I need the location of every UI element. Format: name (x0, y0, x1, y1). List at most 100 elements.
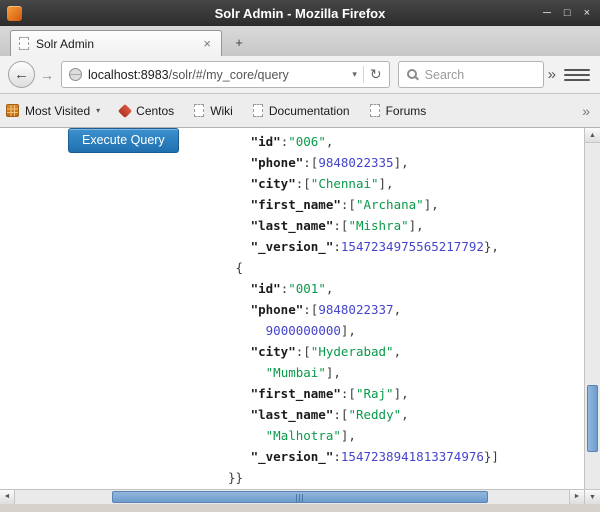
json-punctuation: :[ (333, 407, 348, 422)
scroll-right-icon[interactable]: ► (569, 490, 584, 504)
window-title: Solr Admin - Mozilla Firefox (0, 6, 600, 21)
search-bar[interactable] (398, 61, 544, 88)
json-punctuation: , (394, 344, 402, 359)
horizontal-scrollbar-thumb[interactable] (112, 491, 488, 503)
json-punctuation: :[ (296, 176, 311, 191)
forward-button[interactable]: → (37, 64, 57, 86)
json-punctuation: ], (394, 386, 409, 401)
json-indent (228, 302, 251, 317)
grid-icon (6, 104, 19, 117)
site-identity-globe-icon[interactable] (69, 68, 82, 81)
bookmark-documentation[interactable]: Documentation (253, 104, 350, 118)
json-indent (228, 218, 251, 233)
json-punctuation: }} (228, 470, 243, 485)
bookmark-label: Documentation (269, 104, 350, 118)
json-string-value: "Raj" (356, 386, 394, 401)
horizontal-scrollbar[interactable]: ◄ ► (0, 489, 584, 504)
json-punctuation: }, (484, 239, 499, 254)
vertical-scrollbar[interactable]: ▲ ▼ (584, 128, 600, 504)
url-host: localhost:8983 (88, 68, 169, 82)
scroll-left-icon[interactable]: ◄ (0, 490, 15, 504)
json-string-value: "006" (288, 134, 326, 149)
bookmark-caret-icon: ▾ (96, 106, 100, 115)
json-punctuation: ], (394, 155, 409, 170)
page-content: Execute Query "id": "006", "phone" :[ 98480… (0, 127, 600, 504)
json-key: "city" (251, 176, 296, 191)
json-punctuation: : (333, 239, 341, 254)
json-indent (228, 281, 251, 296)
centos-icon (118, 103, 132, 117)
bookmark-wiki[interactable]: Wiki (194, 104, 233, 118)
json-number-value: 1547238941813374976 (341, 449, 484, 464)
tab-bar: Solr Admin × + (0, 26, 600, 56)
json-indent (228, 176, 251, 191)
back-button[interactable]: ← (8, 61, 35, 88)
json-indent (228, 323, 266, 338)
json-number-value: 1547234975565217792 (341, 239, 484, 254)
url-text[interactable]: localhost:8983/solr/#/my_core/query (88, 68, 346, 82)
bookmark-forums[interactable]: Forums (370, 104, 427, 118)
json-line: "city":["Hyderabad", (228, 341, 499, 362)
json-punctuation: :[ (296, 344, 311, 359)
json-indent (228, 428, 266, 443)
json-key: "id" (251, 134, 281, 149)
bookmarks-toolbar: Most Visited ▾ Centos Wiki Documentation Foru… (0, 94, 600, 127)
bookmark-centos[interactable]: Centos (120, 104, 174, 118)
json-string-value: "Mishra" (348, 218, 408, 233)
json-punctuation: , (394, 302, 402, 317)
scroll-up-icon[interactable]: ▲ (585, 128, 600, 143)
json-indent (228, 344, 251, 359)
tab-favicon-icon (19, 37, 29, 50)
url-bar[interactable]: localhost:8983/solr/#/my_core/query ▾ ↻ (61, 61, 390, 88)
page-icon (253, 104, 263, 117)
json-line: "city":["Chennai"], (228, 173, 499, 194)
json-line: { (228, 257, 499, 278)
bookmark-most-visited[interactable]: Most Visited ▾ (6, 104, 100, 118)
json-indent (228, 407, 251, 422)
json-key: "phone" (251, 155, 304, 170)
tab-close-icon[interactable]: × (201, 36, 213, 51)
url-dropdown-icon[interactable]: ▾ (352, 69, 357, 80)
window-bottom-edge (0, 504, 600, 512)
json-line: "first_name":["Archana"], (228, 194, 499, 215)
json-key: "last_name" (251, 218, 334, 233)
json-line: "last_name":["Reddy", (228, 404, 499, 425)
bookmark-label: Wiki (210, 104, 233, 118)
json-key: "phone" (251, 302, 304, 317)
json-line: "Mumbai"], (228, 362, 499, 383)
page-icon (194, 104, 204, 117)
execute-query-button[interactable]: Execute Query (68, 128, 179, 153)
json-key: "city" (251, 344, 296, 359)
json-key: "first_name" (251, 386, 341, 401)
reload-icon[interactable]: ↻ (370, 66, 382, 83)
firefox-app-icon[interactable] (7, 6, 22, 21)
tab-solr-admin[interactable]: Solr Admin × (10, 30, 222, 56)
json-indent (228, 134, 251, 149)
maximize-icon[interactable]: □ (564, 6, 571, 20)
search-input[interactable] (425, 68, 535, 82)
menu-button[interactable] (564, 65, 590, 85)
json-punctuation: ], (341, 323, 356, 338)
json-indent (228, 365, 266, 380)
json-punctuation: ], (409, 218, 424, 233)
close-icon[interactable]: × (584, 6, 590, 20)
navigation-toolbar: ← → localhost:8983/solr/#/my_core/query … (0, 56, 600, 94)
new-tab-button[interactable]: + (226, 33, 252, 53)
json-punctuation: ], (341, 428, 356, 443)
scroll-down-icon[interactable]: ▼ (585, 489, 600, 504)
vertical-scrollbar-thumb[interactable] (587, 385, 598, 452)
bookmarks-overflow-icon[interactable]: » (582, 103, 594, 119)
json-key: "_version_" (251, 239, 334, 254)
minimize-icon[interactable]: ─ (543, 6, 551, 20)
json-line: "Malhotra"], (228, 425, 499, 446)
json-punctuation: : (333, 449, 341, 464)
json-number-value: 9848022337 (318, 302, 393, 317)
bookmark-label: Most Visited (25, 104, 90, 118)
json-indent (228, 386, 251, 401)
toolbar-overflow-icon[interactable]: » (548, 66, 556, 83)
json-number-value: 9848022335 (318, 155, 393, 170)
json-key: "last_name" (251, 407, 334, 422)
json-indent (228, 449, 251, 464)
tab-title: Solr Admin (36, 37, 194, 51)
json-number-value: 9000000000 (266, 323, 341, 338)
